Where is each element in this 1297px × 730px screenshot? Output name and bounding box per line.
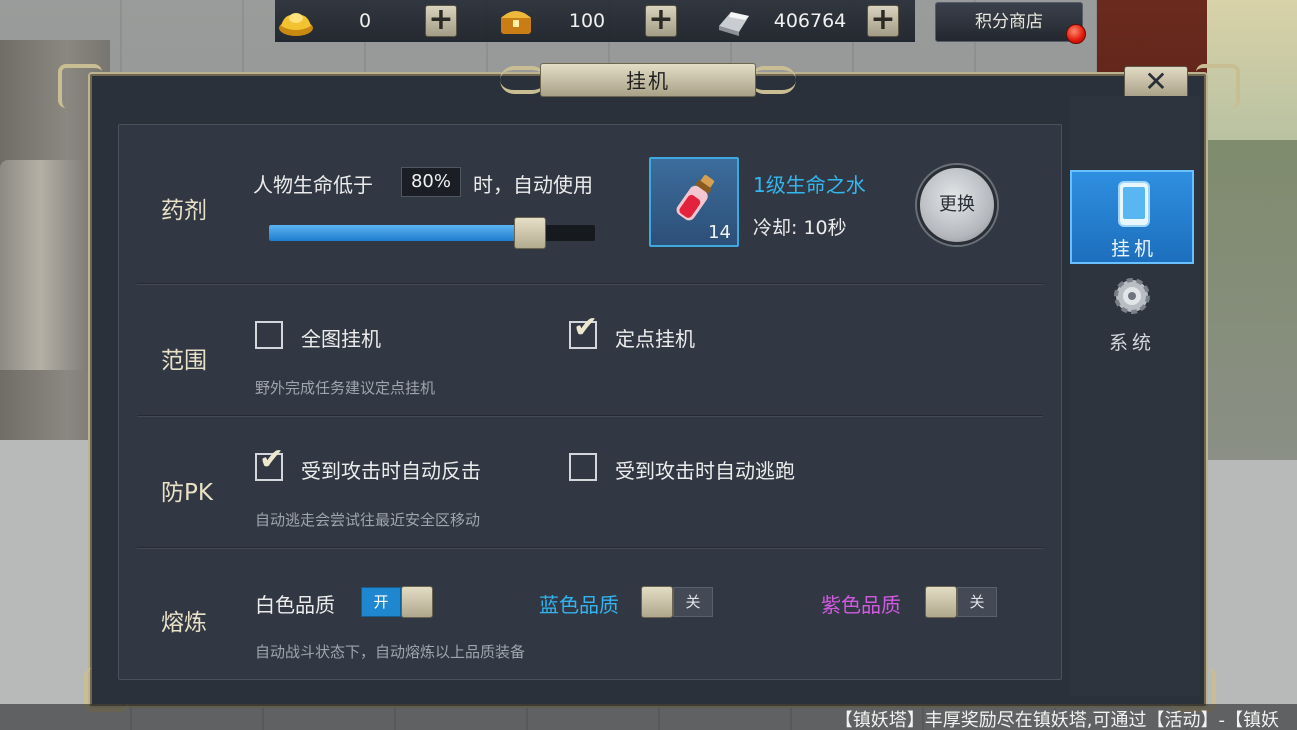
add-silver-button[interactable]: + [867, 5, 899, 37]
auto-counter-label: 受到攻击时自动反击 [301, 459, 481, 483]
toggle-knob [925, 586, 957, 618]
purple-quality-label: 紫色品质 [821, 593, 901, 617]
slider-fill [269, 225, 530, 241]
currency-chest-value: 100 [568, 10, 606, 32]
white-quality-toggle[interactable]: 开 [361, 586, 433, 618]
section-label-smelt: 熔炼 [161, 610, 207, 636]
currency-bar: 0 + 100 + 406764 + [275, 0, 915, 42]
potion-item-name: 1级生命之水 [753, 173, 866, 197]
potion-cooldown: 冷却: 10秒 [753, 217, 847, 239]
tab-system[interactable]: 系统 [1070, 266, 1194, 360]
swap-potion-button[interactable]: 更换 [917, 165, 997, 245]
hp-threshold-slider[interactable] [269, 225, 595, 241]
potion-item-slot[interactable]: 14 [649, 157, 739, 247]
notification-dot [1066, 24, 1086, 44]
hp-threshold-value: 80% [401, 167, 461, 197]
side-tab-bar: 挂机 系统 [1070, 96, 1200, 696]
tab-system-label: 系统 [1108, 332, 1155, 354]
currency-gold: 0 + [275, 0, 485, 42]
toggle-state-off: 关 [957, 587, 997, 617]
gold-ingot-icon [279, 13, 313, 36]
currency-gold-value: 0 [358, 10, 372, 32]
announcement-text: 【镇妖塔】丰厚奖励尽在镇妖塔,可通过【活动】-【镇妖 [834, 710, 1279, 730]
potion-item-count: 14 [708, 222, 731, 243]
tab-auto-battle[interactable]: 挂机 [1070, 170, 1194, 264]
fixed-point-checkbox[interactable]: ✔ [569, 313, 598, 349]
full-map-checkbox[interactable] [255, 321, 283, 349]
toggle-state-on: 开 [361, 587, 401, 617]
announcement-ticker: 【镇妖塔】丰厚奖励尽在镇妖塔,可通过【活动】-【镇妖 [0, 704, 1297, 730]
fixed-point-label: 定点挂机 [615, 327, 695, 351]
title-ornament-right [750, 66, 796, 94]
blue-quality-label: 蓝色品质 [539, 593, 619, 617]
section-divider [137, 283, 1043, 285]
section-label-range: 范围 [161, 348, 207, 374]
treasure-chest-icon [501, 11, 531, 34]
section-label-potion: 药剂 [161, 198, 207, 224]
tablet-icon [1118, 181, 1150, 227]
currency-silver: 406764 + [715, 0, 915, 42]
scene-pillar [0, 160, 90, 370]
frame-corner-ornament [58, 64, 102, 108]
section-divider [137, 415, 1043, 417]
potion-prefix-text: 人物生命低于 [253, 173, 373, 197]
anti-pk-hint: 自动逃走会尝试往最近安全区移动 [255, 511, 481, 529]
frame-corner-ornament [1196, 64, 1240, 108]
add-chest-currency-button[interactable]: + [645, 5, 677, 37]
blue-quality-toggle[interactable]: 关 [641, 586, 713, 618]
auto-flee-label: 受到攻击时自动逃跑 [615, 459, 795, 483]
toggle-knob [641, 586, 673, 618]
auto-flee-checkbox[interactable] [569, 453, 597, 481]
auto-counter-checkbox[interactable]: ✔ [255, 445, 284, 481]
section-label-anti-pk: 防PK [161, 480, 213, 506]
toggle-knob [401, 586, 433, 618]
potion-suffix-text: 时，自动使用 [473, 173, 593, 197]
checkmark-icon: ✔ [259, 442, 285, 477]
purple-quality-toggle[interactable]: 关 [925, 586, 997, 618]
currency-silver-value: 406764 [773, 10, 847, 32]
silver-ingot-icon [719, 12, 749, 36]
checkmark-icon: ✔ [573, 310, 599, 345]
close-icon: ✕ [1144, 65, 1168, 98]
close-button[interactable]: ✕ [1124, 66, 1188, 100]
smelt-hint: 自动战斗状态下，自动熔炼以上品质装备 [255, 643, 526, 661]
full-map-label: 全图挂机 [301, 327, 381, 351]
add-gold-button[interactable]: + [425, 5, 457, 37]
points-shop-button[interactable]: 积分商店 [935, 2, 1083, 42]
range-hint: 野外完成任务建议定点挂机 [255, 379, 436, 397]
red-potion-icon [676, 175, 715, 221]
slider-handle[interactable] [514, 217, 546, 249]
tab-auto-battle-label: 挂机 [1110, 238, 1157, 260]
toggle-state-off: 关 [673, 587, 713, 617]
section-divider [137, 547, 1043, 549]
white-quality-label: 白色品质 [255, 593, 335, 617]
panel-title-plate: 挂机 [540, 63, 756, 97]
settings-content: 药剂 人物生命低于 80% 时，自动使用 14 1级生命之水 冷却: 10秒 更… [118, 124, 1062, 680]
currency-chest: 100 + [495, 0, 705, 42]
panel-title: 挂机 [626, 69, 670, 93]
gear-icon [1114, 278, 1150, 314]
